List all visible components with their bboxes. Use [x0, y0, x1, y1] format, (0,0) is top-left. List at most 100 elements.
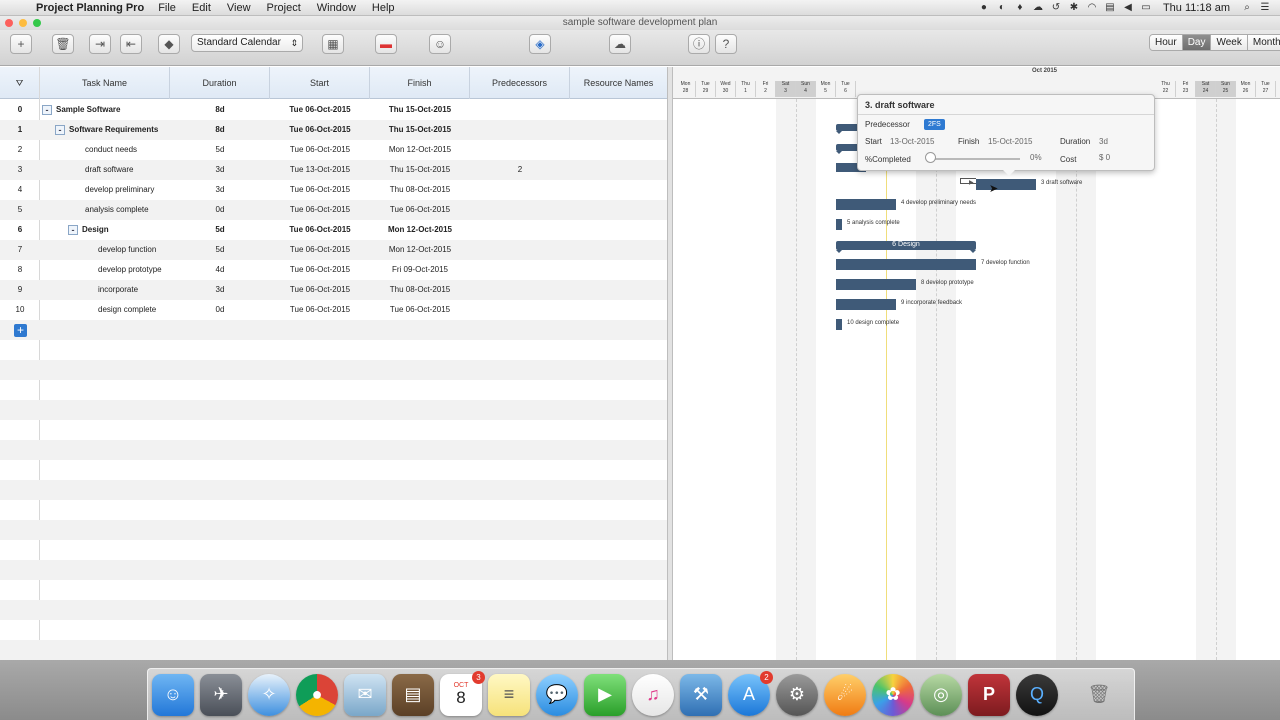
row-finish[interactable]: Thu 15-Oct-2015 — [370, 160, 470, 180]
zoom-window-button[interactable] — [33, 19, 41, 27]
table-row[interactable]: 7 develop function 5d Tue 06-Oct-2015 Mo… — [0, 240, 667, 260]
header-resource-names[interactable]: Resource Names — [570, 67, 667, 99]
notes-icon[interactable]: ≡ — [488, 673, 530, 716]
row-name-cell[interactable]: - Design — [68, 220, 109, 240]
row-name-cell[interactable]: - Sample Software — [42, 100, 120, 120]
row-duration[interactable]: 3d — [170, 280, 270, 300]
close-window-button[interactable] — [5, 19, 13, 27]
row-start[interactable]: Tue 06-Oct-2015 — [270, 200, 370, 220]
row-duration[interactable]: 0d — [170, 300, 270, 320]
row-start[interactable]: Tue 06-Oct-2015 — [270, 280, 370, 300]
row-finish[interactable]: Tue 06-Oct-2015 — [370, 300, 470, 320]
row-predecessors[interactable] — [470, 180, 570, 200]
row-predecessors[interactable] — [470, 140, 570, 160]
table-row[interactable]: 10 design complete 0d Tue 06-Oct-2015 Tu… — [0, 300, 667, 320]
row-start[interactable]: Tue 06-Oct-2015 — [270, 180, 370, 200]
appstore-icon[interactable]: A2 — [728, 670, 773, 716]
table-row[interactable]: 5 analysis complete 0d Tue 06-Oct-2015 T… — [0, 200, 667, 220]
row-duration[interactable]: 5d — [170, 220, 270, 240]
launchpad-icon[interactable]: ✈ — [200, 673, 242, 716]
row-predecessors[interactable] — [470, 200, 570, 220]
notification-icon[interactable]: ◐ — [993, 2, 1011, 13]
add-task-button[interactable]: + — [10, 34, 32, 54]
resources-button[interactable]: ☺ — [429, 34, 451, 54]
row-duration[interactable]: 4d — [170, 260, 270, 280]
finder-icon[interactable]: ☺ — [152, 673, 194, 716]
row-predecessors[interactable] — [470, 280, 570, 300]
project-planning-pro-icon[interactable]: P — [968, 673, 1010, 716]
table-row[interactable]: 6 - Design 5d Tue 06-Oct-2015 Mon 12-Oct-… — [0, 220, 667, 240]
row-finish[interactable]: Thu 15-Oct-2015 — [370, 120, 470, 140]
delete-task-button[interactable]: 🗑 — [52, 34, 74, 54]
row-name[interactable]: analysis complete — [85, 200, 149, 220]
row-finish[interactable]: Mon 12-Oct-2015 — [370, 140, 470, 160]
row-predecessors[interactable] — [470, 300, 570, 320]
row-predecessors[interactable] — [470, 260, 570, 280]
row-duration[interactable]: 8d — [170, 100, 270, 120]
row-predecessors[interactable]: 2 — [470, 160, 570, 180]
menu-project[interactable]: Project — [259, 2, 309, 14]
gantt-task-bar[interactable] — [836, 199, 896, 210]
calendar-icon[interactable]: OCT 8 3 — [440, 670, 485, 716]
calendar-select[interactable]: Standard Calendar ⇕ — [191, 34, 303, 52]
cost-value[interactable]: $ 0 — [1099, 153, 1110, 162]
contacts-icon[interactable]: ▤ — [392, 673, 434, 716]
facetime-icon[interactable]: ▶ — [584, 673, 626, 716]
table-row[interactable]: 0 - Sample Software 8d Tue 06-Oct-2015 Th… — [0, 100, 667, 120]
bluetooth-icon[interactable]: ✱ — [1065, 2, 1083, 13]
chrome-icon[interactable]: ● — [296, 673, 338, 716]
duration-value[interactable]: 3d — [1099, 137, 1108, 146]
header-start[interactable]: Start — [270, 67, 370, 99]
system-preferences-icon[interactable]: ⚙ — [776, 673, 818, 716]
row-start[interactable]: Tue 06-Oct-2015 — [270, 220, 370, 240]
row-name[interactable]: conduct needs — [85, 140, 137, 160]
menu-view[interactable]: View — [219, 2, 259, 14]
finish-value[interactable]: 15-Oct-2015 — [988, 137, 1032, 146]
minimize-window-button[interactable] — [19, 19, 27, 27]
completed-slider-knob[interactable] — [925, 152, 936, 163]
flag-icon[interactable]: ▤ — [1101, 2, 1119, 13]
table-row[interactable]: 9 incorporate 3d Tue 06-Oct-2015 Thu 08-… — [0, 280, 667, 300]
outdent-button[interactable]: ⇤ — [120, 34, 142, 54]
completed-slider-track[interactable] — [930, 158, 1020, 160]
messages-icon[interactable]: 💬 — [536, 673, 578, 716]
collapse-toggle[interactable]: - — [42, 104, 52, 115]
table-row[interactable]: + — [0, 320, 667, 340]
add-row-button[interactable]: + — [14, 324, 27, 337]
header-finish[interactable]: Finish — [370, 67, 470, 99]
battery-icon[interactable]: ▭ — [1137, 2, 1155, 13]
row-name[interactable]: develop function — [98, 240, 156, 260]
xcode-icon[interactable]: ⚒ — [680, 673, 722, 716]
row-name[interactable]: design complete — [98, 300, 156, 320]
spotlight-icon[interactable]: ⌕ — [1238, 2, 1256, 13]
row-duration[interactable]: 0d — [170, 200, 270, 220]
info-button[interactable]: ⓘ — [688, 34, 710, 54]
menu-file[interactable]: File — [150, 2, 184, 14]
row-duration[interactable]: 3d — [170, 160, 270, 180]
indent-button[interactable]: ⇥ — [89, 34, 111, 54]
row-predecessors[interactable] — [470, 220, 570, 240]
calendar-button[interactable]: ▦ — [322, 34, 344, 54]
gantt-summary-bar[interactable]: 6 Design — [836, 241, 976, 253]
network-icon[interactable]: ◎ — [920, 673, 962, 716]
gantt-task-bar[interactable] — [836, 299, 896, 310]
row-name[interactable]: develop prototype — [98, 260, 162, 280]
predecessor-token[interactable]: 2FS — [924, 119, 945, 130]
collapse-toggle[interactable]: - — [68, 224, 78, 235]
dropbox-button[interactable]: ◈ — [529, 34, 551, 54]
gantt-milestone[interactable] — [836, 319, 842, 330]
gantt-task-bar[interactable] — [836, 259, 976, 270]
mail-icon[interactable]: ✉ — [344, 673, 386, 716]
scale-week[interactable]: Week — [1211, 35, 1248, 50]
row-finish[interactable]: Fri 09-Oct-2015 — [370, 260, 470, 280]
row-predecessors[interactable] — [470, 100, 570, 120]
scale-hour[interactable]: Hour — [1150, 35, 1183, 50]
icloud-button[interactable]: ☁ — [609, 34, 631, 54]
row-name-cell[interactable]: - Software Requirements — [55, 120, 158, 140]
scale-day[interactable]: Day — [1182, 35, 1212, 50]
scale-month[interactable]: Month — [1247, 35, 1280, 50]
table-row[interactable]: 3 draft software 3d Tue 13-Oct-2015 Thu … — [0, 160, 667, 180]
row-duration[interactable]: 8d — [170, 120, 270, 140]
gantt-task-bar[interactable] — [976, 179, 1036, 190]
wifi-icon[interactable]: ◠ — [1083, 2, 1101, 13]
